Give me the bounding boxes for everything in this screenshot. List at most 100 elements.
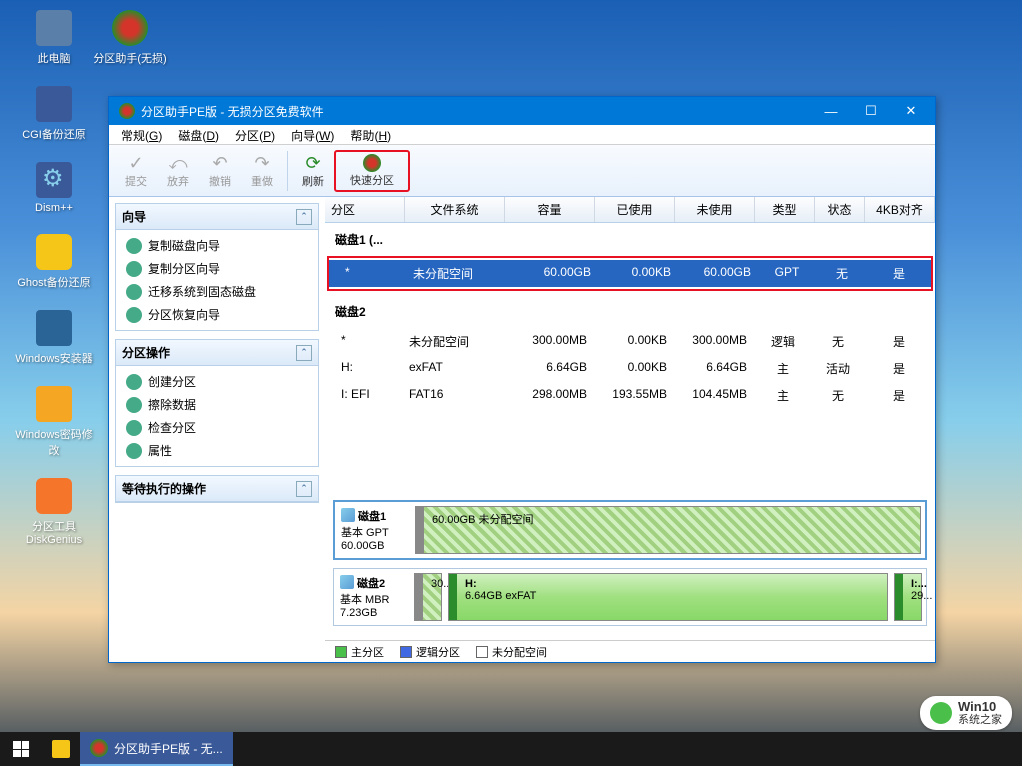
disk2-info: 磁盘2 基本 MBR 7.23GB: [338, 573, 408, 621]
sidebar: 向导 ⌃ 复制磁盘向导 复制分区向导 迁移系统到固态磁盘 分区恢复向导 分区操作…: [109, 197, 325, 662]
undo-icon: ↶: [212, 153, 227, 173]
window-title: 分区助手PE版 - 无损分区免费软件: [141, 103, 811, 120]
task-partition-assistant[interactable]: 分区助手PE版 - 无...: [80, 732, 233, 766]
table-body: 磁盘1 (... * 未分配空间 60.00GB 0.00KB 60.00GB …: [325, 223, 935, 494]
pc-icon: [36, 10, 72, 46]
desktop-icon-diskgenius[interactable]: 分区工具DiskGenius: [14, 478, 94, 546]
discard-icon: ⤺: [168, 153, 187, 173]
cgi-icon: [36, 86, 72, 122]
partition-block-h[interactable]: H:6.64GB exFAT: [448, 573, 888, 621]
commit-icon: ✓: [128, 153, 143, 173]
partition-block-i[interactable]: I:...29...: [894, 573, 922, 621]
legend-primary: 主分区: [335, 644, 384, 660]
taskbar: 分区助手PE版 - 无...: [0, 732, 1022, 766]
main-panel: 分区 文件系统 容量 已使用 未使用 类型 状态 4KB对齐 磁盘1 (... …: [325, 197, 935, 662]
disk1-info: 磁盘1 基本 GPT 60.00GB: [339, 506, 409, 554]
disk-visual-area: 磁盘1 基本 GPT 60.00GB 60.00GB 未分配空间 磁盘2 基本 …: [325, 494, 935, 640]
pa-icon: [112, 10, 148, 46]
windows-icon: [13, 741, 29, 757]
action-icon: [126, 238, 142, 254]
partition-block-unalloc[interactable]: 60.00GB 未分配空间: [415, 506, 921, 554]
desktop-icon-dism[interactable]: Dism++: [14, 162, 94, 214]
table-row[interactable]: H: exFAT 6.64GB 0.00KB 6.64GB 主 活动 是: [325, 355, 935, 382]
desktop-icon-win-installer[interactable]: Windows安装器: [14, 310, 94, 366]
redo-button[interactable]: ↷重做: [241, 150, 283, 192]
commit-button[interactable]: ✓提交: [115, 150, 157, 192]
ghost-icon: [36, 234, 72, 270]
maximize-button[interactable]: ☐: [851, 97, 891, 125]
wizard-copy-disk[interactable]: 复制磁盘向导: [116, 234, 318, 257]
pending-panel-header: 等待执行的操作 ⌃: [116, 476, 318, 502]
partition-ops-panel: 分区操作 ⌃ 创建分区 擦除数据 检查分区 属性: [115, 339, 319, 467]
th-partition[interactable]: 分区: [325, 197, 405, 222]
wizard-panel: 向导 ⌃ 复制磁盘向导 复制分区向导 迁移系统到固态磁盘 分区恢复向导: [115, 203, 319, 331]
wizard-copy-partition[interactable]: 复制分区向导: [116, 257, 318, 280]
watermark-icon: [930, 702, 952, 724]
disk2-title[interactable]: 磁盘2: [325, 295, 935, 328]
app-icon: [119, 103, 135, 119]
op-check-partition[interactable]: 检查分区: [116, 416, 318, 439]
app-task-icon: [90, 739, 108, 757]
th-filesystem[interactable]: 文件系统: [405, 197, 505, 222]
app-window: 分区助手PE版 - 无损分区免费软件 — ☐ ✕ 常规(G) 磁盘(D) 分区(…: [108, 96, 936, 663]
wizard-panel-header: 向导 ⌃: [116, 204, 318, 230]
menu-partition[interactable]: 分区(P): [227, 125, 283, 144]
partition-block-small1[interactable]: 30...: [414, 573, 442, 621]
th-4kb-align[interactable]: 4KB对齐: [865, 197, 935, 222]
collapse-icon[interactable]: ⌃: [296, 209, 312, 225]
collapse-icon[interactable]: ⌃: [296, 345, 312, 361]
table-row[interactable]: * 未分配空间 60.00GB 0.00KB 60.00GB GPT 无 是: [329, 260, 931, 287]
close-button[interactable]: ✕: [891, 97, 931, 125]
op-create-partition[interactable]: 创建分区: [116, 370, 318, 393]
toolbar: ✓提交 ⤺放弃 ↶撤销 ↷重做 ⟳刷新 快速分区: [109, 145, 935, 197]
wizard-recover-partition[interactable]: 分区恢复向导: [116, 303, 318, 326]
menu-wizard[interactable]: 向导(W): [283, 125, 342, 144]
th-free[interactable]: 未使用: [675, 197, 755, 222]
titlebar[interactable]: 分区助手PE版 - 无损分区免费软件 — ☐ ✕: [109, 97, 935, 125]
th-type[interactable]: 类型: [755, 197, 815, 222]
partops-panel-header: 分区操作 ⌃: [116, 340, 318, 366]
th-capacity[interactable]: 容量: [505, 197, 595, 222]
undo-button[interactable]: ↶撤销: [199, 150, 241, 192]
desktop-icon-ghost[interactable]: Ghost备份还原: [14, 234, 94, 290]
disk-icon: [340, 575, 354, 589]
pending-panel: 等待执行的操作 ⌃: [115, 475, 319, 503]
action-icon: [126, 284, 142, 300]
menu-general[interactable]: 常规(G): [113, 125, 170, 144]
th-status[interactable]: 状态: [815, 197, 865, 222]
action-icon: [126, 397, 142, 413]
legend-unalloc: 未分配空间: [476, 644, 547, 660]
desktop-icon-partition-assistant[interactable]: 分区助手(无损): [90, 10, 170, 66]
discard-button[interactable]: ⤺放弃: [157, 150, 199, 192]
wizard-migrate-ssd[interactable]: 迁移系统到固态磁盘: [116, 280, 318, 303]
redo-icon: ↷: [254, 153, 269, 173]
table-row[interactable]: I: EFI FAT16 298.00MB 193.55MB 104.45MB …: [325, 382, 935, 409]
disk1-title[interactable]: 磁盘1 (...: [325, 223, 935, 256]
refresh-icon: ⟳: [305, 153, 320, 173]
winpw-icon: [36, 386, 72, 422]
task-file-explorer[interactable]: [42, 732, 80, 766]
action-icon: [126, 420, 142, 436]
th-used[interactable]: 已使用: [595, 197, 675, 222]
desktop-icons-col2: 分区助手(无损): [90, 10, 170, 86]
start-button[interactable]: [0, 732, 42, 766]
table-row[interactable]: * 未分配空间 300.00MB 0.00KB 300.00MB 逻辑 无 是: [325, 328, 935, 355]
op-wipe-data[interactable]: 擦除数据: [116, 393, 318, 416]
disk2-visual[interactable]: 磁盘2 基本 MBR 7.23GB 30... H:6.64GB exFAT: [333, 568, 927, 626]
toolbar-separator: [287, 151, 288, 191]
disk1-visual[interactable]: 磁盘1 基本 GPT 60.00GB 60.00GB 未分配空间: [333, 500, 927, 560]
legend: 主分区 逻辑分区 未分配空间: [325, 640, 935, 662]
collapse-icon[interactable]: ⌃: [296, 481, 312, 497]
desktop-icon-win-password[interactable]: Windows密码修改: [14, 386, 94, 458]
disk-icon: [341, 508, 355, 522]
file-explorer-icon: [52, 740, 70, 758]
op-properties[interactable]: 属性: [116, 439, 318, 462]
desktop-icon-this-pc[interactable]: 此电脑: [14, 10, 94, 66]
menu-help[interactable]: 帮助(H): [342, 125, 399, 144]
refresh-button[interactable]: ⟳刷新: [292, 150, 334, 192]
action-icon: [126, 374, 142, 390]
desktop-icon-cgi-backup[interactable]: CGI备份还原: [14, 86, 94, 142]
minimize-button[interactable]: —: [811, 97, 851, 125]
quick-partition-button[interactable]: 快速分区: [334, 150, 410, 192]
menu-disk[interactable]: 磁盘(D): [170, 125, 227, 144]
